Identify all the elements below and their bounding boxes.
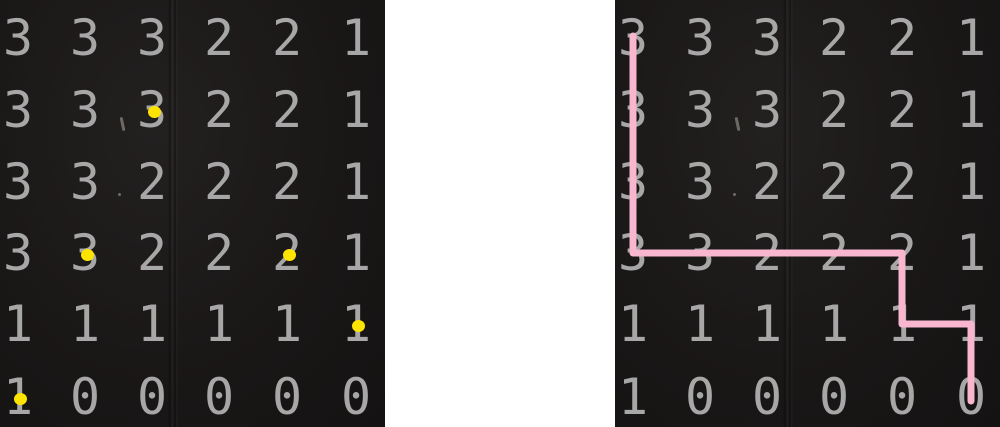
left-digit-r2-c2: 2	[136, 153, 168, 211]
left-digit-r5-c2: 0	[136, 368, 168, 426]
left-digit-r1-c0: 3	[2, 81, 34, 139]
left-digit-r3-c3: 2	[203, 224, 235, 282]
left-digit-r5-c3: 0	[203, 368, 235, 426]
left-digit-r5-c5: 0	[340, 368, 372, 426]
left-digit-r4-c2: 1	[136, 295, 168, 353]
yellow-marker-dot	[81, 249, 94, 261]
left-digit-r4-c4: 1	[271, 295, 303, 353]
left-digit-r1-c4: 2	[271, 81, 303, 139]
left-digit-r3-c2: 2	[136, 224, 168, 282]
left-digit-r5-c1: 0	[69, 368, 101, 426]
left-digit-r0-c5: 1	[340, 9, 372, 67]
left-digit-r1-c5: 1	[340, 81, 372, 139]
yellow-marker-dot	[352, 320, 365, 332]
pink-path-line	[629, 32, 975, 405]
pink-path-overlay	[629, 32, 975, 405]
left-digit-r2-c3: 2	[203, 153, 235, 211]
left-digit-r4-c3: 1	[203, 295, 235, 353]
left-digit-r3-c0: 3	[2, 224, 34, 282]
left-digit-r3-c5: 1	[340, 224, 372, 282]
left-digit-r2-c1: 3	[69, 153, 101, 211]
left-digit-r1-c1: 3	[69, 81, 101, 139]
left-digit-r0-c2: 3	[136, 9, 168, 67]
annotated-grid-panel: 333221333221332221332221111111100000	[0, 0, 385, 427]
yellow-marker-dot	[148, 106, 161, 118]
left-digit-r4-c0: 1	[2, 295, 34, 353]
left-digit-r0-c4: 2	[271, 9, 303, 67]
left-digit-r2-c0: 3	[2, 153, 34, 211]
yellow-marker-dot	[14, 393, 27, 405]
left-digit-r1-c3: 2	[203, 81, 235, 139]
left-digit-r2-c5: 1	[340, 153, 372, 211]
yellow-marker-dot	[283, 249, 296, 261]
left-digit-r4-c1: 1	[69, 295, 101, 353]
left-digit-r0-c3: 2	[203, 9, 235, 67]
left-digit-r5-c4: 0	[271, 368, 303, 426]
left-digit-r0-c1: 3	[69, 9, 101, 67]
left-digit-r2-c4: 2	[271, 153, 303, 211]
left-digit-r0-c0: 3	[2, 9, 34, 67]
path-grid-panel: 333221333221332221332221111111100000	[615, 0, 1000, 427]
